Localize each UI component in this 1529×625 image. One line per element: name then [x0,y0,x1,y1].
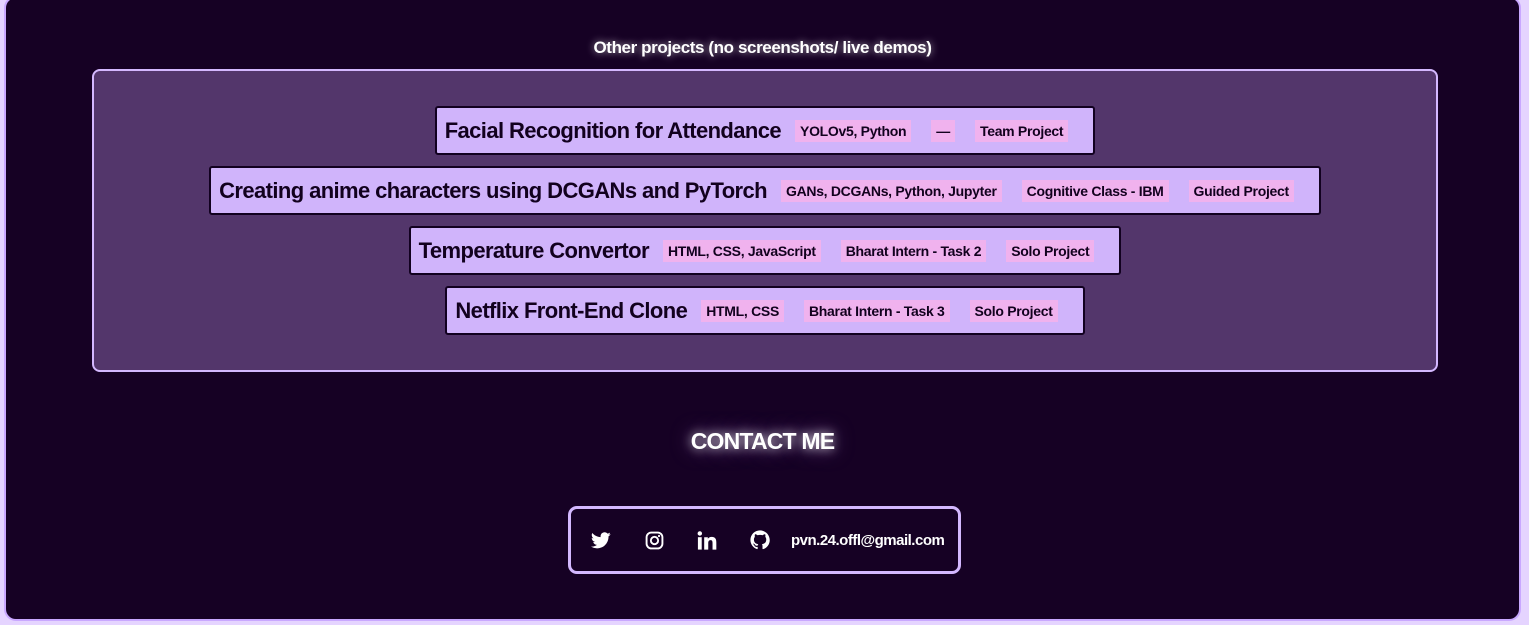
project-card-facial-recognition[interactable]: Facial Recognition for Attendance YOLOv5… [434,106,1096,155]
contact-links: pvn.24.offl@gmail.com [568,506,961,574]
linkedin-icon[interactable] [696,529,718,551]
project-card-temperature-convertor[interactable]: Temperature Convertor HTML, CSS, JavaScr… [408,226,1122,275]
project-org-tag: Cognitive Class - IBM [1021,179,1169,202]
project-type-tag: Solo Project [969,299,1058,322]
project-type-tag: Team Project [975,119,1069,142]
project-type-tag: Guided Project [1188,179,1294,202]
project-org-tag: Bharat Intern - Task 3 [804,299,950,322]
project-card-netflix-clone[interactable]: Netflix Front-End Clone HTML, CSS Bharat… [445,286,1085,335]
project-title: Temperature Convertor [418,237,650,263]
project-title: Creating anime characters using DCGANs a… [219,177,767,203]
project-list: Facial Recognition for Attendance YOLOv5… [94,106,1436,335]
project-tech-tag: HTML, CSS [701,299,784,322]
project-type-tag: Solo Project [1006,239,1095,262]
project-org-tag: Bharat Intern - Task 2 [840,239,987,262]
project-tech-tag: HTML, CSS, JavaScript [662,239,821,262]
project-tech-tag: GANs, DCGANs, Python, Jupyter [780,179,1002,202]
github-icon[interactable] [749,529,771,551]
email-link[interactable]: pvn.24.offl@gmail.com [791,532,945,549]
twitter-icon[interactable] [590,529,612,551]
project-tech-tag: YOLOv5, Python [795,119,912,142]
contact-title: CONTACT ME [690,428,835,454]
project-title: Netflix Front-End Clone [455,297,688,323]
instagram-icon[interactable] [643,529,665,551]
project-org-tag: — [931,119,955,142]
other-projects-title: Other projects (no screenshots/ live dem… [593,38,932,57]
project-card-anime-dcgan[interactable]: Creating anime characters using DCGANs a… [209,166,1321,215]
page-frame: Other projects (no screenshots/ live dem… [4,0,1521,621]
project-title: Facial Recognition for Attendance [444,117,782,143]
other-projects-panel: Facial Recognition for Attendance YOLOv5… [92,69,1438,372]
